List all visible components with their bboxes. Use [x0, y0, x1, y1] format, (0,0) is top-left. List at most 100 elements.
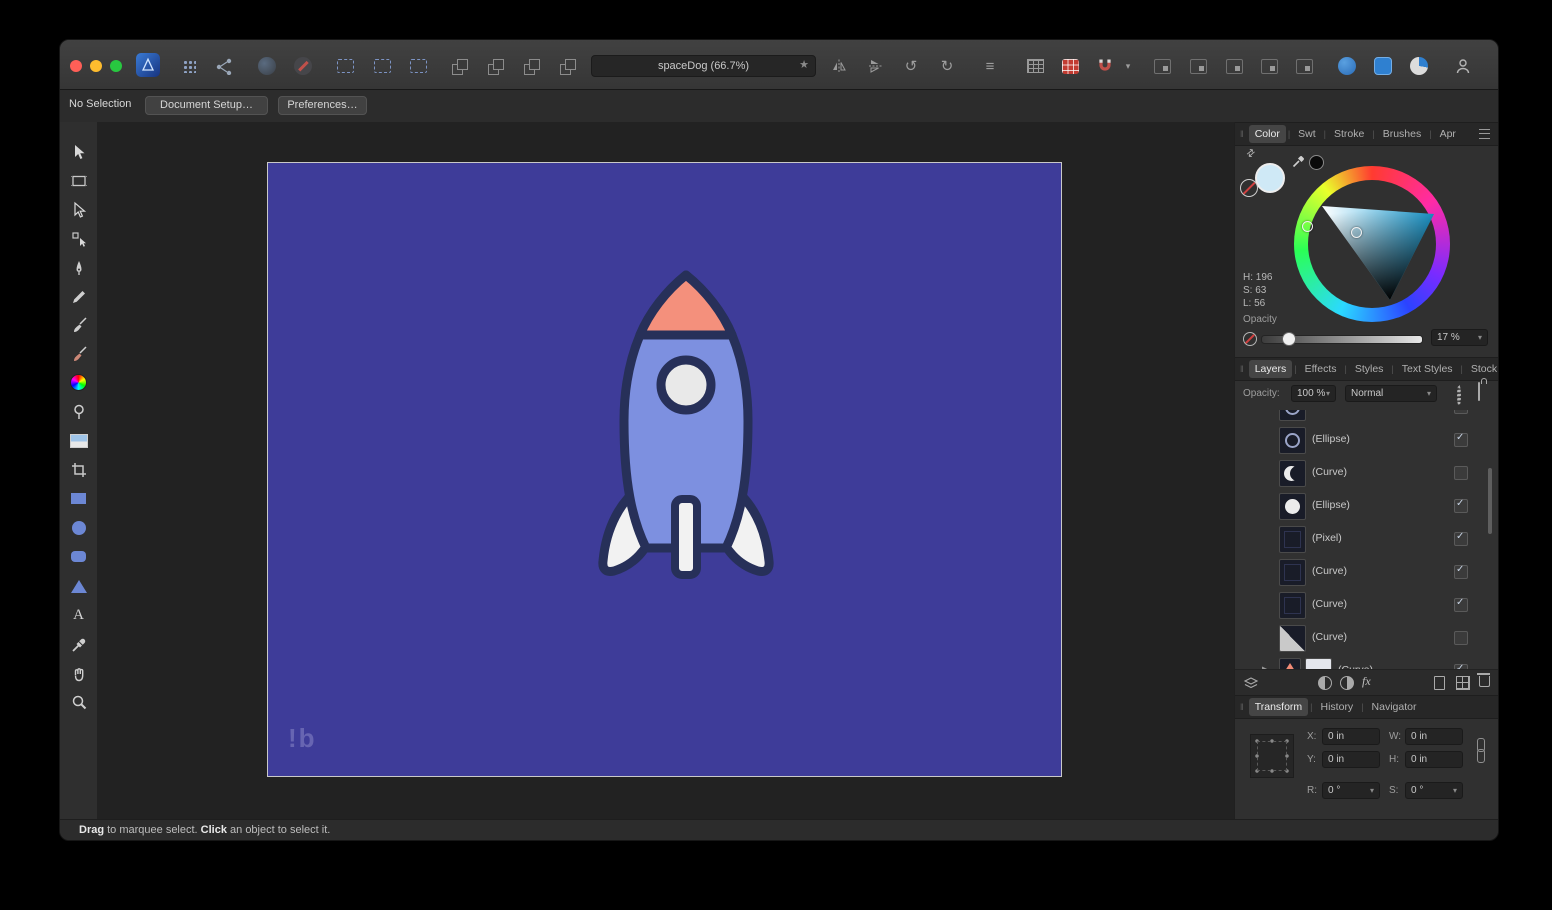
delete-layer-button[interactable]	[1479, 673, 1490, 687]
snapping-button[interactable]	[1095, 56, 1115, 76]
flip-vertical-button[interactable]	[865, 56, 885, 76]
export-persona-icon[interactable]	[214, 56, 234, 76]
transparency-tool[interactable]	[68, 401, 89, 422]
marquee-mode-button-2[interactable]	[372, 56, 392, 76]
paint-brush-tool[interactable]	[68, 343, 89, 364]
close-button[interactable]	[70, 60, 82, 72]
stroke-none-swatch[interactable]	[1240, 179, 1258, 197]
tab-stroke[interactable]: Stroke	[1328, 125, 1370, 143]
rotate-cw-button[interactable]: ↻	[937, 56, 957, 76]
y-field[interactable]: 0 in	[1322, 751, 1380, 768]
anchor-point-selector[interactable]	[1250, 734, 1294, 778]
order-forward-button[interactable]	[485, 56, 505, 76]
layer-row[interactable]: (Curve)	[1235, 621, 1499, 655]
rocket-illustration[interactable]	[268, 163, 1061, 776]
preview-mode-button[interactable]	[257, 56, 277, 76]
tab-styles[interactable]: Styles	[1349, 360, 1390, 378]
point-transform-tool[interactable]	[68, 228, 89, 249]
tab-swatches[interactable]: Swt	[1292, 125, 1322, 143]
marquee-mode-button-1[interactable]	[335, 56, 355, 76]
pen-tool[interactable]	[68, 257, 89, 278]
layer-effects-button[interactable]: fx	[1362, 674, 1371, 689]
shear-field[interactable]: 0 ° ▾	[1405, 782, 1463, 799]
snapping-dropdown[interactable]: ▾	[1123, 56, 1133, 76]
color-wheel[interactable]	[1294, 166, 1450, 322]
document-title-field[interactable]: spaceDog (66.7%) ★	[591, 55, 816, 77]
swatch-button[interactable]	[1373, 56, 1393, 76]
pixel-persona-icon[interactable]	[179, 56, 199, 76]
tab-appearance[interactable]: Apr	[1434, 125, 1462, 143]
tab-transform[interactable]: Transform	[1249, 698, 1308, 716]
tab-effects[interactable]: Effects	[1299, 360, 1343, 378]
sl-selector-dot[interactable]	[1351, 227, 1362, 238]
opacity-value-field[interactable]: 17 % ▾	[1431, 329, 1488, 346]
visibility-checkbox[interactable]	[1454, 410, 1468, 414]
adjustment-layer-button[interactable]	[1340, 676, 1354, 690]
order-backward-button[interactable]	[521, 56, 541, 76]
visibility-checkbox[interactable]	[1454, 598, 1468, 612]
artboard[interactable]: !b	[268, 163, 1061, 776]
x-field[interactable]: 0 in	[1322, 728, 1380, 745]
assistant-button[interactable]	[1337, 56, 1357, 76]
h-field[interactable]: 0 in	[1405, 751, 1463, 768]
lock-layer-button[interactable]	[1478, 383, 1480, 401]
tab-navigator[interactable]: Navigator	[1366, 698, 1423, 716]
layer-settings-button[interactable]	[1457, 387, 1461, 405]
favorite-star-icon[interactable]: ★	[799, 58, 809, 71]
order-front-button[interactable]	[449, 56, 469, 76]
visibility-checkbox[interactable]	[1454, 565, 1468, 579]
panel-menu-icon[interactable]	[1479, 129, 1490, 139]
marquee-mode-button-3[interactable]	[408, 56, 428, 76]
visibility-checkbox[interactable]	[1454, 631, 1468, 645]
saturation-lightness-triangle[interactable]	[1308, 180, 1436, 308]
artboard-tool[interactable]	[68, 170, 89, 191]
panel-drag-handle[interactable]: ‖	[1240, 129, 1244, 139]
order-back-button[interactable]	[557, 56, 577, 76]
panel-drag-handle[interactable]: ‖	[1240, 364, 1244, 374]
mask-layer-button[interactable]	[1318, 676, 1332, 690]
place-image-tool[interactable]	[68, 430, 89, 451]
color-picker-tool[interactable]	[68, 634, 89, 655]
alignment-button[interactable]: ≡	[980, 56, 1000, 76]
rounded-rectangle-tool[interactable]	[68, 546, 89, 567]
flip-horizontal-button[interactable]	[829, 56, 849, 76]
fill-tool[interactable]	[68, 372, 89, 393]
layer-row[interactable]: ▶ (Curve)	[1235, 654, 1499, 669]
move-tool[interactable]	[68, 141, 89, 162]
rotate-ccw-button[interactable]: ↺	[901, 56, 921, 76]
layers-scrollbar[interactable]	[1488, 468, 1492, 534]
layer-row[interactable]: (Curve)	[1235, 456, 1499, 490]
blend-mode-select[interactable]: Normal ▾	[1345, 385, 1437, 402]
pixel-preview-button[interactable]	[293, 56, 313, 76]
ellipse-tool[interactable]	[68, 517, 89, 538]
preferences-button[interactable]: Preferences…	[278, 96, 367, 115]
vector-crop-tool[interactable]	[68, 459, 89, 480]
hue-selector-dot[interactable]	[1302, 221, 1313, 232]
minimize-button[interactable]	[90, 60, 102, 72]
account-button[interactable]	[1453, 56, 1473, 76]
layers-opacity-field[interactable]: 100 % ▾	[1291, 385, 1336, 402]
artistic-text-tool[interactable]: A	[68, 605, 89, 626]
show-grid-button[interactable]	[1025, 56, 1045, 76]
insert-on-top-button[interactable]	[1259, 56, 1279, 76]
insert-in-front-button[interactable]	[1188, 56, 1208, 76]
layer-stack-button[interactable]	[1243, 676, 1259, 690]
zoom-button[interactable]	[110, 60, 122, 72]
rotation-field[interactable]: 0 ° ▾	[1322, 782, 1380, 799]
layer-row[interactable]: (Pixel)	[1235, 522, 1499, 556]
tab-text-styles[interactable]: Text Styles	[1396, 360, 1459, 378]
insert-inside-button[interactable]	[1224, 56, 1244, 76]
visibility-checkbox[interactable]	[1454, 433, 1468, 447]
insert-behind-button[interactable]	[1152, 56, 1172, 76]
fill-color-swatch[interactable]	[1255, 163, 1285, 193]
visibility-checkbox[interactable]	[1454, 499, 1468, 513]
layer-list[interactable]: ▾ (Ellipse) (Curve) (Ellipse	[1235, 410, 1499, 669]
pencil-tool[interactable]	[68, 286, 89, 307]
new-group-button[interactable]	[1456, 676, 1470, 690]
contour-button[interactable]	[1409, 56, 1429, 76]
panel-drag-handle[interactable]: ‖	[1240, 702, 1244, 712]
vector-brush-tool[interactable]	[68, 314, 89, 335]
document-setup-button[interactable]: Document Setup…	[145, 96, 268, 115]
rectangle-tool[interactable]	[68, 488, 89, 509]
tab-color[interactable]: Color	[1249, 125, 1286, 143]
